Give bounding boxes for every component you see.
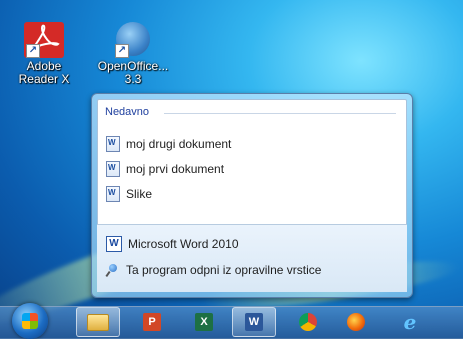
taskbar-button-firefox[interactable]	[334, 307, 378, 337]
recent-item[interactable]: moj drugi dokument	[106, 134, 231, 154]
desktop-icon-label: Adobe Reader X	[18, 59, 70, 86]
openoffice-icon: ↗	[113, 22, 153, 58]
desktop-icon-adobe-reader[interactable]: ↗ Adobe Reader X	[4, 22, 84, 86]
jump-list-section-header: Nedavno	[105, 106, 150, 118]
firefox-icon	[347, 313, 365, 331]
taskbar-button-chrome[interactable]	[286, 307, 330, 337]
app-item-label: Microsoft Word 2010	[128, 237, 239, 251]
recent-item-label: Slike	[126, 187, 153, 201]
word-icon: W	[106, 236, 122, 252]
desktop-icon-openoffice[interactable]: ↗ OpenOffice... 3.3	[93, 22, 173, 86]
desktop-icon-label: OpenOffice... 3.3	[97, 59, 169, 86]
excel-icon: X	[195, 313, 213, 331]
unpin-item-label: Ta program odpni iz opravilne vrstice	[126, 263, 322, 277]
adobe-reader-icon: ↗	[24, 22, 64, 58]
open-word-item[interactable]: W Microsoft Word 2010	[106, 234, 239, 254]
recent-item-label: moj drugi dokument	[126, 137, 232, 151]
folder-icon	[87, 313, 109, 331]
recent-item-label: moj prvi dokument	[126, 162, 225, 176]
word-document-icon	[106, 186, 120, 202]
recent-item[interactable]: Slike	[106, 184, 152, 204]
taskbar-button-word[interactable]: W	[232, 307, 276, 337]
word-document-icon	[106, 161, 120, 177]
unpin-item[interactable]: Ta program odpni iz opravilne vrstice	[106, 260, 321, 280]
powerpoint-icon: P	[143, 313, 161, 331]
taskbar-button-excel[interactable]: X	[182, 307, 226, 337]
recent-item[interactable]: moj prvi dokument	[106, 159, 224, 179]
jump-list: Nedavno moj drugi dokument moj prvi doku…	[91, 93, 413, 298]
taskbar-button-powerpoint[interactable]: P	[130, 307, 174, 337]
chrome-icon	[299, 313, 317, 331]
shortcut-arrow-icon: ↗	[115, 44, 129, 58]
section-divider	[164, 113, 396, 114]
ie-icon: e	[403, 310, 417, 334]
taskbar-button-explorer[interactable]	[76, 307, 120, 337]
taskbar-button-internet-explorer[interactable]: e	[388, 307, 432, 337]
unpin-icon	[106, 263, 120, 277]
shortcut-arrow-icon: ↗	[26, 44, 40, 58]
word-icon: W	[245, 313, 263, 331]
start-button[interactable]	[12, 303, 48, 339]
word-document-icon	[106, 136, 120, 152]
